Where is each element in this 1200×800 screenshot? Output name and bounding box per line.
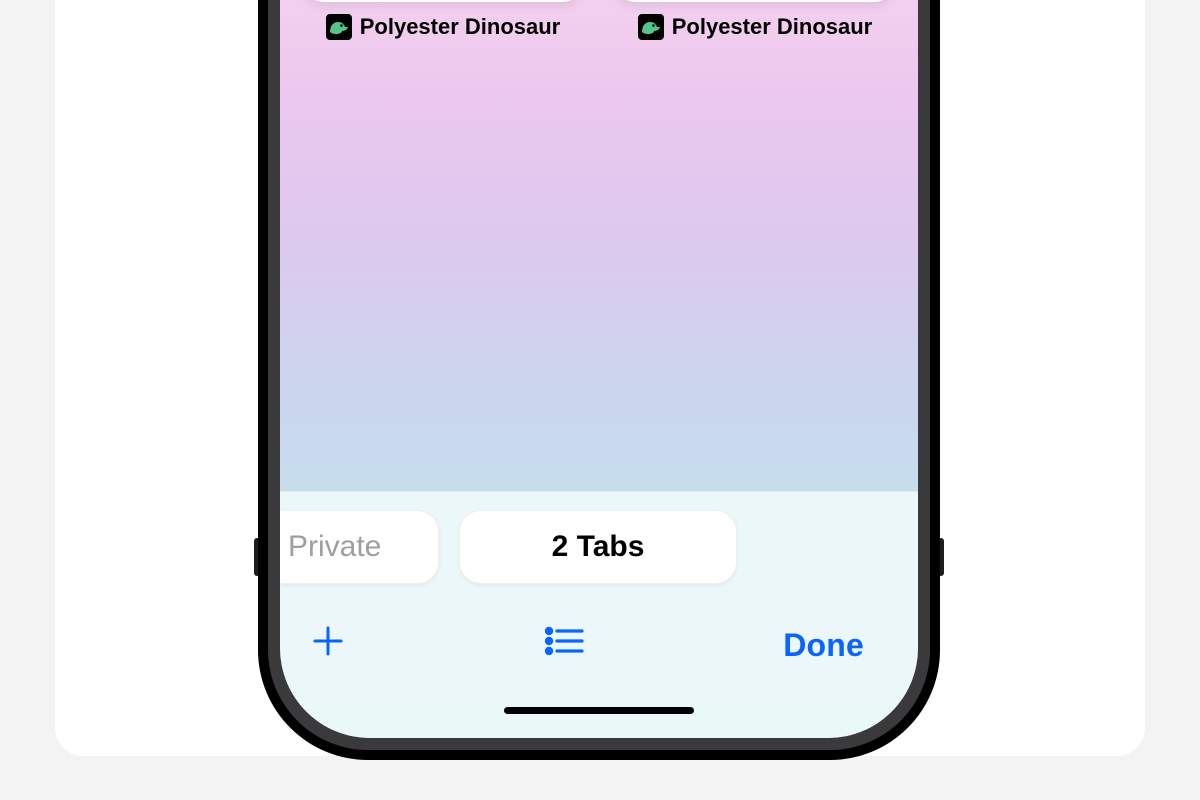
tab-title: Polyester Dinosaur — [360, 14, 561, 40]
plus-icon — [310, 623, 346, 667]
tab-title: Polyester Dinosaur — [672, 14, 873, 40]
tab-group-active[interactable]: 2 Tabs — [459, 510, 737, 584]
tab-thumbnails-row: Polyester Dinosaur Polyester Dinosaur — [302, 0, 896, 60]
home-indicator[interactable] — [504, 707, 694, 714]
tab-group-private[interactable]: Private — [280, 510, 439, 584]
tab-group-private-label: Private — [288, 530, 381, 564]
list-bullet-icon — [544, 625, 586, 665]
tab-thumbnail[interactable]: Polyester Dinosaur — [614, 0, 896, 60]
dinosaur-favicon-icon — [638, 14, 664, 40]
bottom-toolbar-area: Private 2 Tabs — [280, 491, 918, 738]
dinosaur-favicon-icon — [326, 14, 352, 40]
tab-groups-list-button[interactable] — [534, 619, 596, 671]
tab-group-active-label: 2 Tabs — [552, 530, 645, 564]
iphone-device-frame: Polyester Dinosaur Polyester Dinosaur — [258, 0, 940, 760]
safari-tab-overview-screen: Polyester Dinosaur Polyester Dinosaur — [280, 0, 918, 738]
tab-preview — [302, 0, 584, 2]
tab-group-selector[interactable]: Private 2 Tabs — [280, 510, 918, 584]
done-button[interactable]: Done — [773, 621, 874, 670]
done-button-label: Done — [783, 627, 864, 664]
tab-preview — [614, 0, 896, 2]
new-tab-button[interactable] — [300, 617, 356, 673]
tab-thumbnail[interactable]: Polyester Dinosaur — [302, 0, 584, 60]
